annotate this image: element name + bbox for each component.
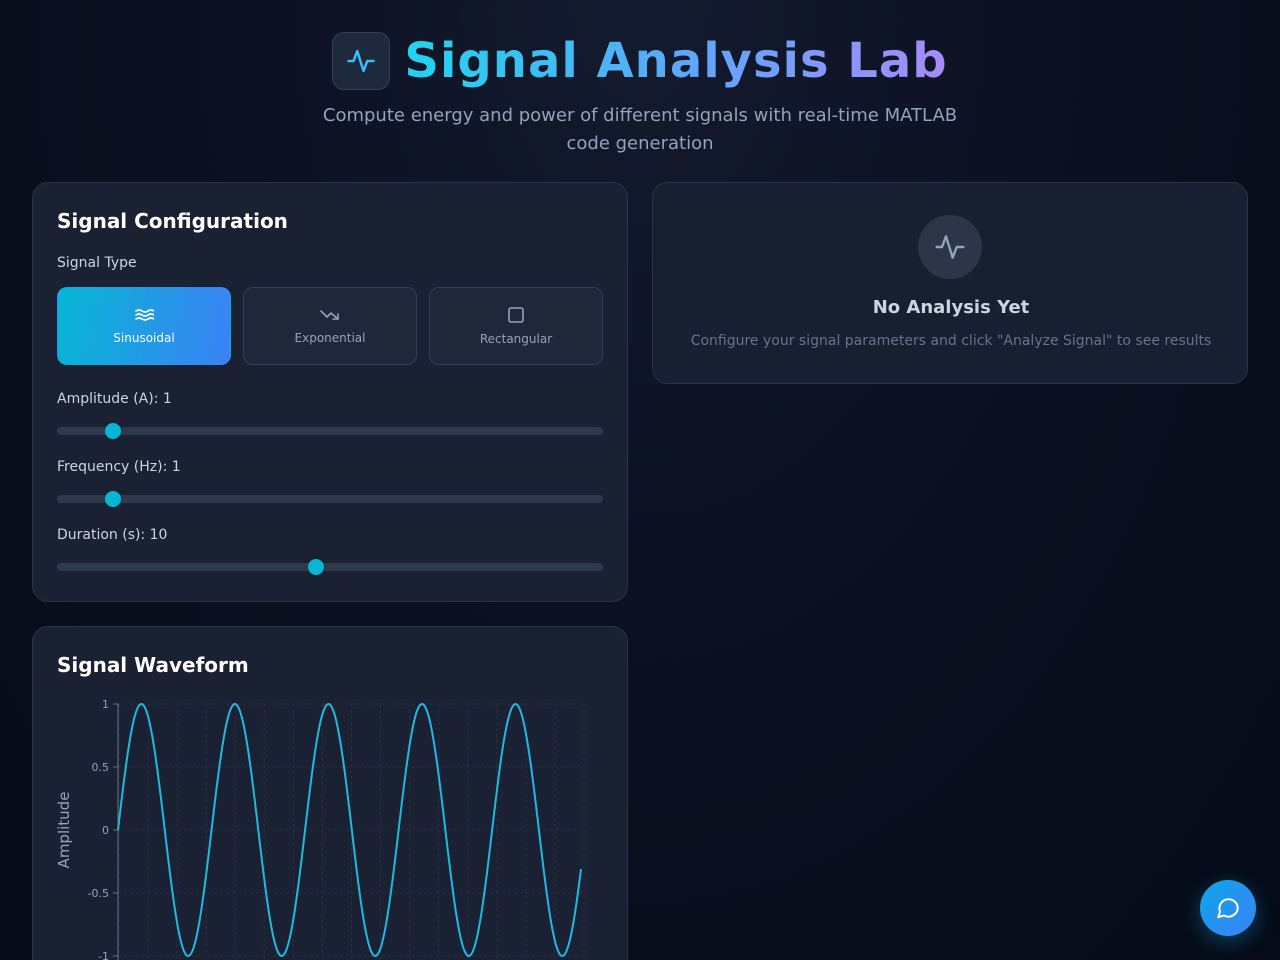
config-title: Signal Configuration xyxy=(57,209,288,233)
sinusoidal-button[interactable]: Sinusoidal xyxy=(57,287,231,365)
analysis-results-card: No Analysis Yet Configure your signal pa… xyxy=(652,182,1248,384)
y-tick-label: 0.5 xyxy=(92,761,110,774)
trending-down-icon xyxy=(320,310,339,320)
chat-icon xyxy=(1217,898,1239,919)
empty-state-text: Configure your signal parameters and cli… xyxy=(690,333,1212,349)
amplitude-slider[interactable] xyxy=(57,423,603,439)
activity-icon xyxy=(918,215,982,279)
exponential-label: Exponential xyxy=(294,331,366,345)
chat-button[interactable] xyxy=(1200,880,1256,936)
rectangular-button[interactable]: Rectangular xyxy=(429,287,603,365)
amplitude-label: Amplitude (A): 1 xyxy=(57,391,172,407)
y-tick-label: -0.5 xyxy=(88,887,109,900)
header: Signal Analysis Lab xyxy=(0,32,1280,90)
signal-configuration-card: Signal Configuration Signal Type Sinusoi… xyxy=(32,182,628,602)
activity-icon xyxy=(332,32,391,90)
y-tick-label: -1 xyxy=(98,950,109,960)
page-subtitle: Compute energy and power of different si… xyxy=(322,105,958,154)
rectangular-label: Rectangular xyxy=(479,332,553,346)
frequency-slider[interactable] xyxy=(57,491,603,507)
duration-slider[interactable] xyxy=(57,559,603,575)
sinusoidal-label: Sinusoidal xyxy=(113,331,175,345)
empty-state-title: No Analysis Yet xyxy=(872,297,1030,318)
wave-icon xyxy=(135,309,154,321)
waveform-chart: 1 0.5 0 -0.5 -1 Amplitude xyxy=(55,698,585,960)
y-tick-label: 1 xyxy=(102,698,109,711)
duration-slider-thumb[interactable] xyxy=(308,559,325,575)
exponential-button[interactable]: Exponential xyxy=(243,287,417,365)
waveform-series-line xyxy=(117,702,582,958)
duration-label: Duration (s): 10 xyxy=(57,527,168,543)
y-axis-title: Amplitude xyxy=(55,792,73,869)
amplitude-slider-thumb[interactable] xyxy=(104,423,121,439)
signal-type-group: Sinusoidal Exponential Rectangular xyxy=(57,287,603,365)
signal-type-label: Signal Type xyxy=(57,255,137,271)
y-tick-label: 0 xyxy=(102,824,109,837)
signal-waveform-card: Signal Waveform 1 0.5 0 -0.5 -1 Amplitude xyxy=(32,626,628,960)
frequency-label: Frequency (Hz): 1 xyxy=(57,459,181,475)
frequency-slider-thumb[interactable] xyxy=(104,491,121,507)
square-icon xyxy=(508,307,524,323)
page-title: Signal Analysis Lab xyxy=(404,33,948,89)
